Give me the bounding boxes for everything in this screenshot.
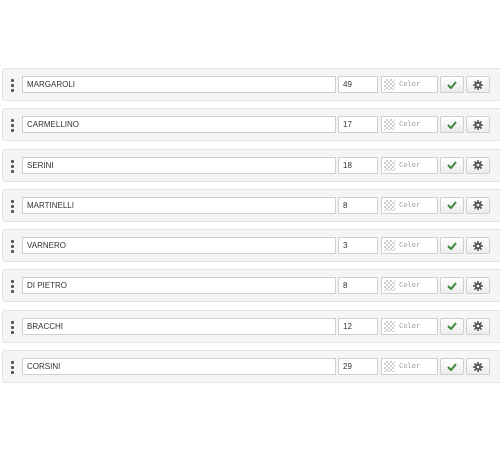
color-placeholder: Color [399, 120, 421, 129]
drag-handle-icon[interactable] [10, 159, 16, 173]
transparent-swatch-icon [384, 361, 395, 373]
color-placeholder: Color [399, 281, 421, 290]
color-placeholder: Color [399, 321, 421, 330]
confirm-button[interactable] [440, 196, 464, 214]
player-name-input[interactable] [22, 358, 336, 376]
drag-handle-icon[interactable] [10, 360, 16, 375]
confirm-button[interactable] [440, 156, 464, 174]
check-icon [447, 80, 457, 89]
settings-button[interactable] [466, 358, 490, 376]
check-icon [447, 242, 457, 250]
gear-icon [473, 280, 483, 291]
color-picker[interactable]: Color [381, 237, 438, 255]
list-item: Color [2, 309, 500, 343]
color-picker[interactable]: Color [381, 277, 438, 295]
player-number-input[interactable] [338, 116, 378, 134]
player-name-input[interactable] [22, 317, 336, 335]
transparent-swatch-icon [384, 159, 395, 171]
player-number-input[interactable] [338, 76, 378, 93]
list-item: Color [2, 68, 500, 101]
player-number-input[interactable] [338, 156, 378, 174]
transparent-swatch-icon [384, 240, 395, 252]
list-item: Color [2, 108, 500, 142]
gear-icon [473, 361, 483, 372]
drag-handle-icon[interactable] [10, 78, 16, 92]
drag-handle-icon[interactable] [10, 320, 16, 334]
player-number-input[interactable] [338, 317, 378, 335]
settings-button[interactable] [466, 116, 490, 134]
player-name-input[interactable] [22, 196, 336, 214]
transparent-swatch-icon [384, 199, 395, 211]
check-icon [447, 161, 457, 170]
color-picker[interactable]: Color [381, 76, 438, 93]
gear-icon [473, 160, 483, 171]
gear-icon [473, 240, 483, 251]
transparent-swatch-icon [384, 79, 395, 90]
player-name-input[interactable] [22, 116, 336, 134]
color-placeholder: Color [399, 160, 421, 169]
gear-icon [473, 321, 483, 332]
settings-button[interactable] [466, 237, 490, 255]
check-icon [447, 201, 457, 210]
color-picker[interactable]: Color [381, 116, 438, 134]
list-item: Color [2, 350, 500, 384]
gear-icon [473, 119, 483, 130]
player-list: Color [2, 68, 500, 390]
player-number-input[interactable] [338, 358, 378, 376]
check-icon [447, 121, 457, 129]
color-picker[interactable]: Color [381, 196, 438, 214]
check-icon [447, 322, 457, 331]
check-icon [447, 362, 457, 371]
drag-handle-icon[interactable] [10, 199, 16, 213]
list-item: Color [2, 229, 500, 263]
confirm-button[interactable] [440, 237, 464, 255]
player-name-input[interactable] [22, 277, 336, 295]
check-icon [447, 282, 457, 290]
transparent-swatch-icon [384, 320, 395, 332]
list-item: Color [2, 269, 500, 303]
player-name-input[interactable] [22, 156, 336, 174]
player-number-input[interactable] [338, 196, 378, 214]
gear-icon [473, 200, 483, 211]
color-placeholder: Color [399, 200, 421, 209]
drag-handle-icon[interactable] [10, 279, 16, 294]
player-number-input[interactable] [338, 277, 378, 295]
settings-button[interactable] [466, 76, 490, 93]
confirm-button[interactable] [440, 358, 464, 376]
confirm-button[interactable] [440, 317, 464, 335]
confirm-button[interactable] [440, 116, 464, 134]
confirm-button[interactable] [440, 76, 464, 93]
color-placeholder: Color [399, 362, 421, 371]
player-name-input[interactable] [22, 237, 336, 255]
color-picker[interactable]: Color [381, 156, 438, 174]
color-picker[interactable]: Color [381, 317, 438, 335]
settings-button[interactable] [466, 317, 490, 335]
drag-handle-icon[interactable] [10, 118, 16, 133]
color-placeholder: Color [399, 241, 421, 250]
settings-button[interactable] [466, 196, 490, 214]
list-item: Color [2, 148, 500, 182]
confirm-button[interactable] [440, 277, 464, 295]
list-item: Color [2, 188, 500, 222]
gear-icon [473, 79, 483, 90]
settings-button[interactable] [466, 156, 490, 174]
transparent-swatch-icon [384, 280, 395, 292]
color-picker[interactable]: Color [381, 358, 438, 376]
settings-button[interactable] [466, 277, 490, 295]
drag-handle-icon[interactable] [10, 239, 16, 254]
player-number-input[interactable] [338, 237, 378, 255]
transparent-swatch-icon [384, 119, 395, 131]
player-name-input[interactable] [22, 76, 336, 93]
color-placeholder: Color [399, 80, 421, 88]
